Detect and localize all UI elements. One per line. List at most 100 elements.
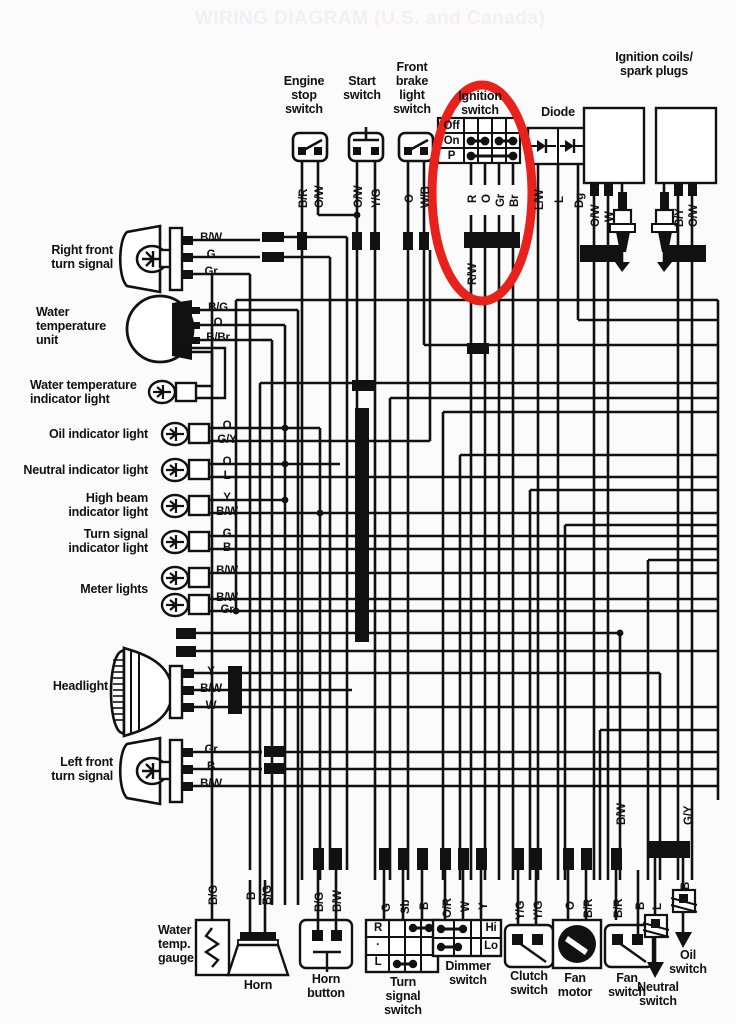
wire-code-wtu-1: O (213, 317, 223, 329)
wire-code-rfts-2: Gr (204, 266, 218, 278)
water-temp-gauge-label: Water temp. gauge (158, 923, 194, 965)
neutral-indicator-symbol (160, 457, 211, 483)
turn-signal-indicator-label: Turn signal indicator light (68, 527, 148, 555)
meter-light-2-symbol (160, 592, 211, 618)
left-front-turn-signal-label: Left front turn signal (51, 755, 113, 783)
wire-code-fanswitch-b: B (635, 901, 647, 910)
turn-signal-indicator-symbol (160, 529, 211, 555)
wire-code-neu-0: O (222, 456, 232, 468)
clutch-switch-symbol (503, 923, 555, 969)
wire-code-hb-0: Y (223, 492, 231, 504)
wire-code-br2-ignition: Br (509, 194, 521, 207)
front-brake-switch-symbol (397, 131, 435, 185)
wire-code-fanmotor-br: B/R (583, 898, 595, 918)
wire-code-gr-ignition: Gr (495, 193, 507, 207)
wire-code-wtu-2: B/Br (206, 332, 230, 344)
wire-code-tss-sb: Sb (400, 899, 412, 914)
ignition-row-on: On (443, 135, 460, 147)
water-temp-indicator-symbol (147, 379, 198, 405)
wire-code-r-ignition: R (467, 194, 479, 203)
meter-lights-label: Meter lights (80, 582, 148, 596)
high-beam-indicator-symbol (160, 493, 211, 519)
wire-code-hl-0: Y (207, 666, 215, 678)
wire-code-ml-1: B/W (216, 592, 238, 604)
wire-code-lfts-2: B/W (200, 778, 222, 790)
wire-code-o-ignition: O (481, 194, 493, 203)
wire-code-hornbtn-bw: B/W (332, 890, 344, 912)
oil-indicator-symbol (160, 421, 211, 447)
wire-code-dim-or: O/R (442, 898, 454, 918)
dimmer-row-hi: Hi (485, 922, 497, 934)
meter-light-1-symbol (160, 565, 211, 591)
wire-code-lfts-1: B (206, 761, 216, 773)
right-front-turn-signal-label: Right front turn signal (51, 243, 113, 271)
front-brake-light-switch-label: Front brake light switch (393, 60, 431, 116)
wire-code-horn-bg: B/G (262, 885, 274, 905)
oil-switch-label: Oil switch (669, 948, 707, 976)
headlight-label: Headlight (52, 679, 108, 693)
wire-code-oil-1: G/Y (217, 434, 237, 446)
wire-code-br-engine-stop: B/R (298, 188, 310, 208)
oil-indicator-label: Oil indicator light (49, 427, 148, 441)
horn-symbol (226, 905, 290, 977)
wire-code-neutral-l: L (652, 903, 664, 910)
wire-code-ow-coil1: O/W (590, 204, 602, 227)
wire-code-oil-0: O (222, 420, 232, 432)
wire-code-hl-1: B/W (200, 683, 222, 695)
water-temp-indicator-label: Water temperature indicator light (30, 378, 137, 406)
turn-signal-row-center: · (376, 939, 380, 951)
wire-code-clutch-0: Y/G (515, 900, 527, 920)
wire-code-tss-g: G (381, 903, 393, 912)
wire-code-yg-start: Y/G (371, 188, 383, 208)
left-front-turn-signal-symbol (118, 736, 193, 806)
wire-code-hl-2: W (205, 700, 217, 712)
fan-motor-label: Fan motor (557, 971, 593, 999)
wire-code-w-coil1: W (604, 211, 616, 222)
engine-stop-switch-symbol (291, 131, 329, 185)
wire-code-bw-right: B/W (616, 803, 628, 825)
diode-symbol (526, 126, 590, 185)
wire-code-fanswitch-br: B/R (613, 898, 625, 918)
wire-code-dim-w: W (460, 901, 472, 912)
ignition-coils-label: Ignition coils/ spark plugs (615, 50, 693, 78)
wire-code-l-diode: L (554, 196, 566, 203)
horn-button-label: Horn button (307, 972, 345, 1000)
wiring-diagram-sheet: WIRING DIAGRAM (U.S. and Canada) Engine … (0, 0, 736, 1024)
ignition-switch-label: Ignition switch (458, 89, 502, 117)
wire-code-horn-b: B (246, 891, 258, 900)
horn-label: Horn (243, 978, 273, 992)
wire-code-ml-2: Gr (220, 604, 234, 616)
oil-switch-symbol (670, 888, 698, 948)
wire-code-lw-diode: L/W (534, 189, 546, 210)
dimmer-row-lo: Lo (484, 940, 498, 952)
turn-signal-switch-label: Turn signal switch (384, 975, 422, 1017)
wire-code-o-brake: O (404, 194, 416, 203)
wire-code-hb-1: B/W (216, 506, 238, 518)
wire-code-wb-brake: W/B (420, 186, 432, 208)
turn-signal-row-l: L (374, 956, 382, 968)
diode-label: Diode (541, 105, 575, 119)
wire-code-wtg-bg: B/G (208, 885, 220, 905)
neutral-indicator-label: Neutral indicator light (23, 463, 148, 477)
ignition-row-p: P (447, 150, 456, 162)
fan-motor-symbol (551, 918, 603, 970)
turn-signal-row-r: R (373, 922, 383, 934)
wire-code-clutch-1: Y/G (533, 900, 545, 920)
ignition-row-off: Off (443, 120, 460, 132)
wire-code-dim-y: Y (478, 902, 490, 910)
wire-code-ow-start: O/W (353, 185, 365, 208)
start-switch-symbol (347, 127, 385, 185)
wire-code-tsi-1: B (222, 542, 232, 554)
wire-code-ow-coil2: O/W (688, 204, 700, 227)
wire-code-gy-right: G/Y (683, 805, 695, 825)
wire-code-neu-1: L (223, 470, 231, 482)
horn-button-symbol (298, 912, 354, 972)
wire-code-fanmotor-o: O (565, 901, 577, 910)
wire-code-hornbtn-bg: B/G (314, 892, 326, 912)
start-switch-label: Start switch (343, 74, 381, 102)
headlight-symbol (109, 646, 194, 738)
water-temperature-unit-label: Water temperature unit (36, 305, 107, 347)
wire-code-wtu-0: B/G (208, 302, 228, 314)
wire-code-ow-engine-stop: O/W (314, 185, 326, 208)
wire-code-by-coil2: B/Y (674, 208, 686, 227)
